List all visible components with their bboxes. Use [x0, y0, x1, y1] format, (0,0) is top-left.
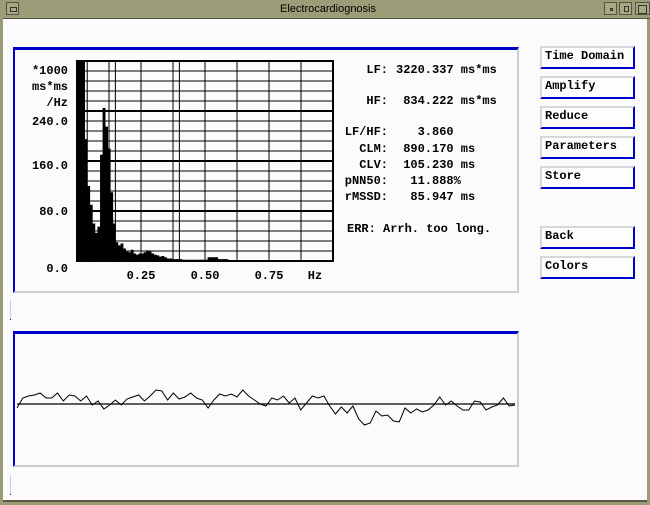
parameters-button[interactable]: Parameters	[540, 136, 635, 159]
reduce-button[interactable]: Reduce	[540, 106, 635, 129]
result-label: LF:	[366, 63, 388, 77]
store-button[interactable]: Store	[540, 166, 635, 189]
back-button[interactable]: Back	[540, 226, 635, 249]
result-label: CLV:	[359, 158, 388, 172]
rr-interval-trace	[16, 389, 516, 426]
result-value: 11.888%	[396, 174, 461, 188]
scrollbar-stub	[10, 475, 11, 495]
result-value: 3220.337 ms*ms	[396, 63, 497, 77]
result-label: HF:	[366, 94, 388, 108]
colors-button[interactable]: Colors	[540, 256, 635, 279]
result-label: LF/HF:	[344, 125, 388, 139]
error-message: ERR: Arrh. too long.	[347, 222, 492, 236]
result-label: pNN50:	[344, 174, 388, 188]
result-value: 834.222 ms*ms	[396, 94, 497, 108]
result-value: 890.170 ms	[396, 142, 476, 156]
amplify-button[interactable]: Amplify	[540, 76, 635, 99]
result-value: 105.230 ms	[396, 158, 476, 172]
result-label: CLM:	[359, 142, 388, 156]
time-domain-button[interactable]: Time Domain	[540, 46, 635, 69]
result-value: 3.860	[396, 125, 454, 139]
result-value: 85.947 ms	[396, 190, 476, 204]
result-label: rMSSD:	[344, 190, 388, 204]
